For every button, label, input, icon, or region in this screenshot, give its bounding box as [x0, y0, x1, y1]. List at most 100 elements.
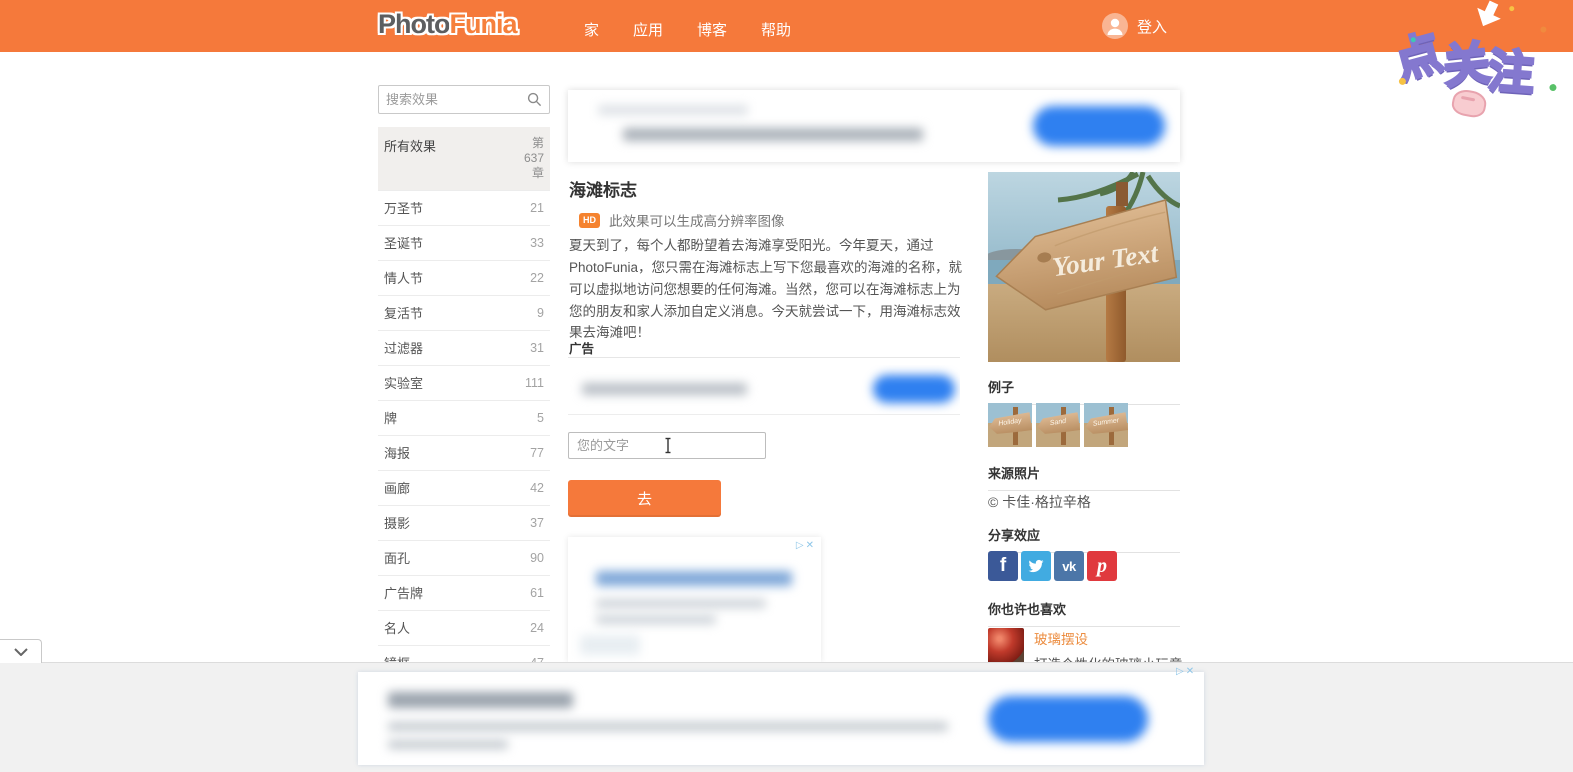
search-icon[interactable]	[527, 92, 542, 107]
confetti-dot	[1549, 84, 1556, 91]
category-filters[interactable]: 过滤器 31	[378, 331, 550, 366]
ad-blurred-button[interactable]	[988, 696, 1148, 742]
watermark-char: 关	[1440, 26, 1493, 96]
category-christmas[interactable]: 圣诞节 33	[378, 226, 550, 261]
category-all-effects[interactable]: 所有效果 第 637 章	[378, 127, 550, 191]
source-photo-credit: © 卡佳·格拉辛格	[988, 492, 1091, 512]
category-cards[interactable]: 牌5	[378, 401, 550, 436]
effect-description: 夏天到了，每个人都盼望着去海滩享受阳光。今年夏天，通过PhotoFunia，您只…	[569, 235, 966, 344]
ad-blurred-text	[623, 128, 923, 141]
ad-close-icon[interactable]: ✕	[1186, 666, 1196, 677]
category-count: 61	[530, 586, 544, 600]
category-label: 过滤器	[384, 338, 423, 357]
nav-help[interactable]: 帮助	[761, 19, 791, 40]
category-galleries[interactable]: 画廊 42	[378, 471, 550, 506]
social-share-buttons: f vk p	[988, 551, 1117, 581]
category-celebrities[interactable]: 名人24	[378, 611, 550, 646]
category-sidebar: 所有效果 第 637 章 万圣节 21 圣诞节 33 情人节22 复活节9 过滤器 3…	[378, 85, 550, 751]
confetti-dot	[1509, 6, 1514, 11]
vk-share-icon[interactable]: vk	[1054, 551, 1084, 581]
category-faces[interactable]: 面孔90	[378, 541, 550, 576]
source-photo-heading: 来源照片	[988, 463, 1180, 491]
logo-part-funia: Funia	[449, 9, 516, 39]
category-valentines[interactable]: 情人节22	[378, 261, 550, 296]
ad-blurred-button[interactable]	[1033, 106, 1165, 146]
user-avatar-icon	[1102, 13, 1128, 39]
category-label: 所有效果	[384, 136, 436, 155]
category-label: 广告牌	[384, 583, 423, 602]
inline-ad[interactable]	[568, 365, 960, 415]
category-count: 33	[530, 236, 544, 250]
search-input[interactable]	[386, 92, 527, 107]
category-count: 111	[525, 376, 544, 390]
ad-blurred-text	[596, 615, 716, 624]
anchor-ad-controls: ▷✕	[1176, 666, 1196, 677]
category-list: 所有效果 第 637 章 万圣节 21 圣诞节 33 情人节22 复活节9 过滤器 3…	[378, 127, 550, 751]
twitter-share-icon[interactable]	[1021, 551, 1051, 581]
examples-heading: 例子	[988, 377, 1180, 405]
adchoices-icon[interactable]: ▷	[796, 540, 806, 551]
example-thumbnail[interactable]: Holiday	[988, 403, 1032, 447]
anchor-ad-collapse-tab[interactable]	[0, 639, 42, 663]
main-nav: 家 应用 博客 帮助	[584, 19, 791, 40]
lower-ad-card[interactable]: ▷✕	[568, 537, 821, 662]
category-count: 第 637 章	[518, 136, 544, 181]
category-halloween[interactable]: 万圣节 21	[378, 191, 550, 226]
category-count: 31	[530, 341, 544, 355]
effect-search-box	[378, 85, 550, 114]
also-like-heading: 你也许也喜欢	[988, 599, 1180, 627]
ad-blurred-text	[388, 722, 948, 731]
category-count: 42	[530, 481, 544, 495]
ad-close-icon[interactable]: ✕	[806, 540, 816, 551]
ad-blurred-headline	[388, 692, 573, 708]
ad-blurred-headline	[596, 571, 792, 586]
adchoices-icon[interactable]: ▷	[1176, 666, 1186, 677]
category-label: 摄影	[384, 513, 410, 532]
top-ad-banner[interactable]	[568, 90, 1180, 162]
category-count: 24	[530, 621, 544, 635]
category-label: 海报	[384, 443, 410, 462]
example-thumbnail[interactable]: Summer	[1084, 403, 1128, 447]
sign-text-input[interactable]	[568, 432, 766, 459]
category-label: 复活节	[384, 303, 423, 322]
pinterest-share-icon[interactable]: p	[1087, 551, 1117, 581]
photofunia-logo[interactable]: PhotoFunia	[378, 9, 516, 40]
login-label: 登入	[1137, 16, 1167, 37]
login-button[interactable]: 登入	[1102, 13, 1167, 39]
ad-blurred-text	[580, 635, 640, 655]
example-thumbnails: Holiday Sand Summer	[988, 403, 1128, 447]
also-like-title-link[interactable]: 玻璃摆设	[1034, 628, 1183, 648]
ad-blurred-button[interactable]	[873, 375, 955, 403]
category-label: 万圣节	[384, 198, 423, 217]
category-lab[interactable]: 实验室 111	[378, 366, 550, 401]
ad-blurred-text	[598, 105, 748, 115]
category-count: 77	[530, 446, 544, 460]
category-label: 实验室	[384, 373, 423, 392]
hd-note-text: 此效果可以生成高分辨率图像	[609, 210, 785, 230]
category-label: 面孔	[384, 548, 410, 567]
nav-home[interactable]: 家	[584, 19, 599, 40]
facebook-share-icon[interactable]: f	[988, 551, 1018, 581]
chevron-down-icon	[14, 648, 28, 656]
category-label: 圣诞节	[384, 233, 423, 252]
category-easter[interactable]: 复活节9	[378, 296, 550, 331]
category-posters[interactable]: 海报 77	[378, 436, 550, 471]
hd-note-row: HD 此效果可以生成高分辨率图像	[579, 210, 785, 230]
ad-blurred-text	[596, 599, 766, 608]
effect-title: 海滩标志	[569, 176, 637, 201]
go-button[interactable]: 去	[568, 480, 721, 517]
confetti-dot	[1540, 26, 1546, 32]
logo-part-photo: Photo	[378, 9, 449, 39]
anchor-ad-panel[interactable]	[358, 672, 1204, 765]
watermark-char: 点	[1387, 16, 1449, 92]
category-photography[interactable]: 摄影37	[378, 506, 550, 541]
nav-blog[interactable]: 博客	[697, 19, 727, 40]
category-count: 21	[530, 201, 544, 215]
glass-ornament-thumbnail	[988, 628, 1024, 664]
category-billboards[interactable]: 广告牌 61	[378, 576, 550, 611]
nav-apps[interactable]: 应用	[633, 19, 663, 40]
category-label: 画廊	[384, 478, 410, 497]
ad-corner-controls: ▷✕	[796, 540, 816, 551]
watermark-char: 注	[1486, 34, 1536, 103]
example-thumbnail[interactable]: Sand	[1036, 403, 1080, 447]
